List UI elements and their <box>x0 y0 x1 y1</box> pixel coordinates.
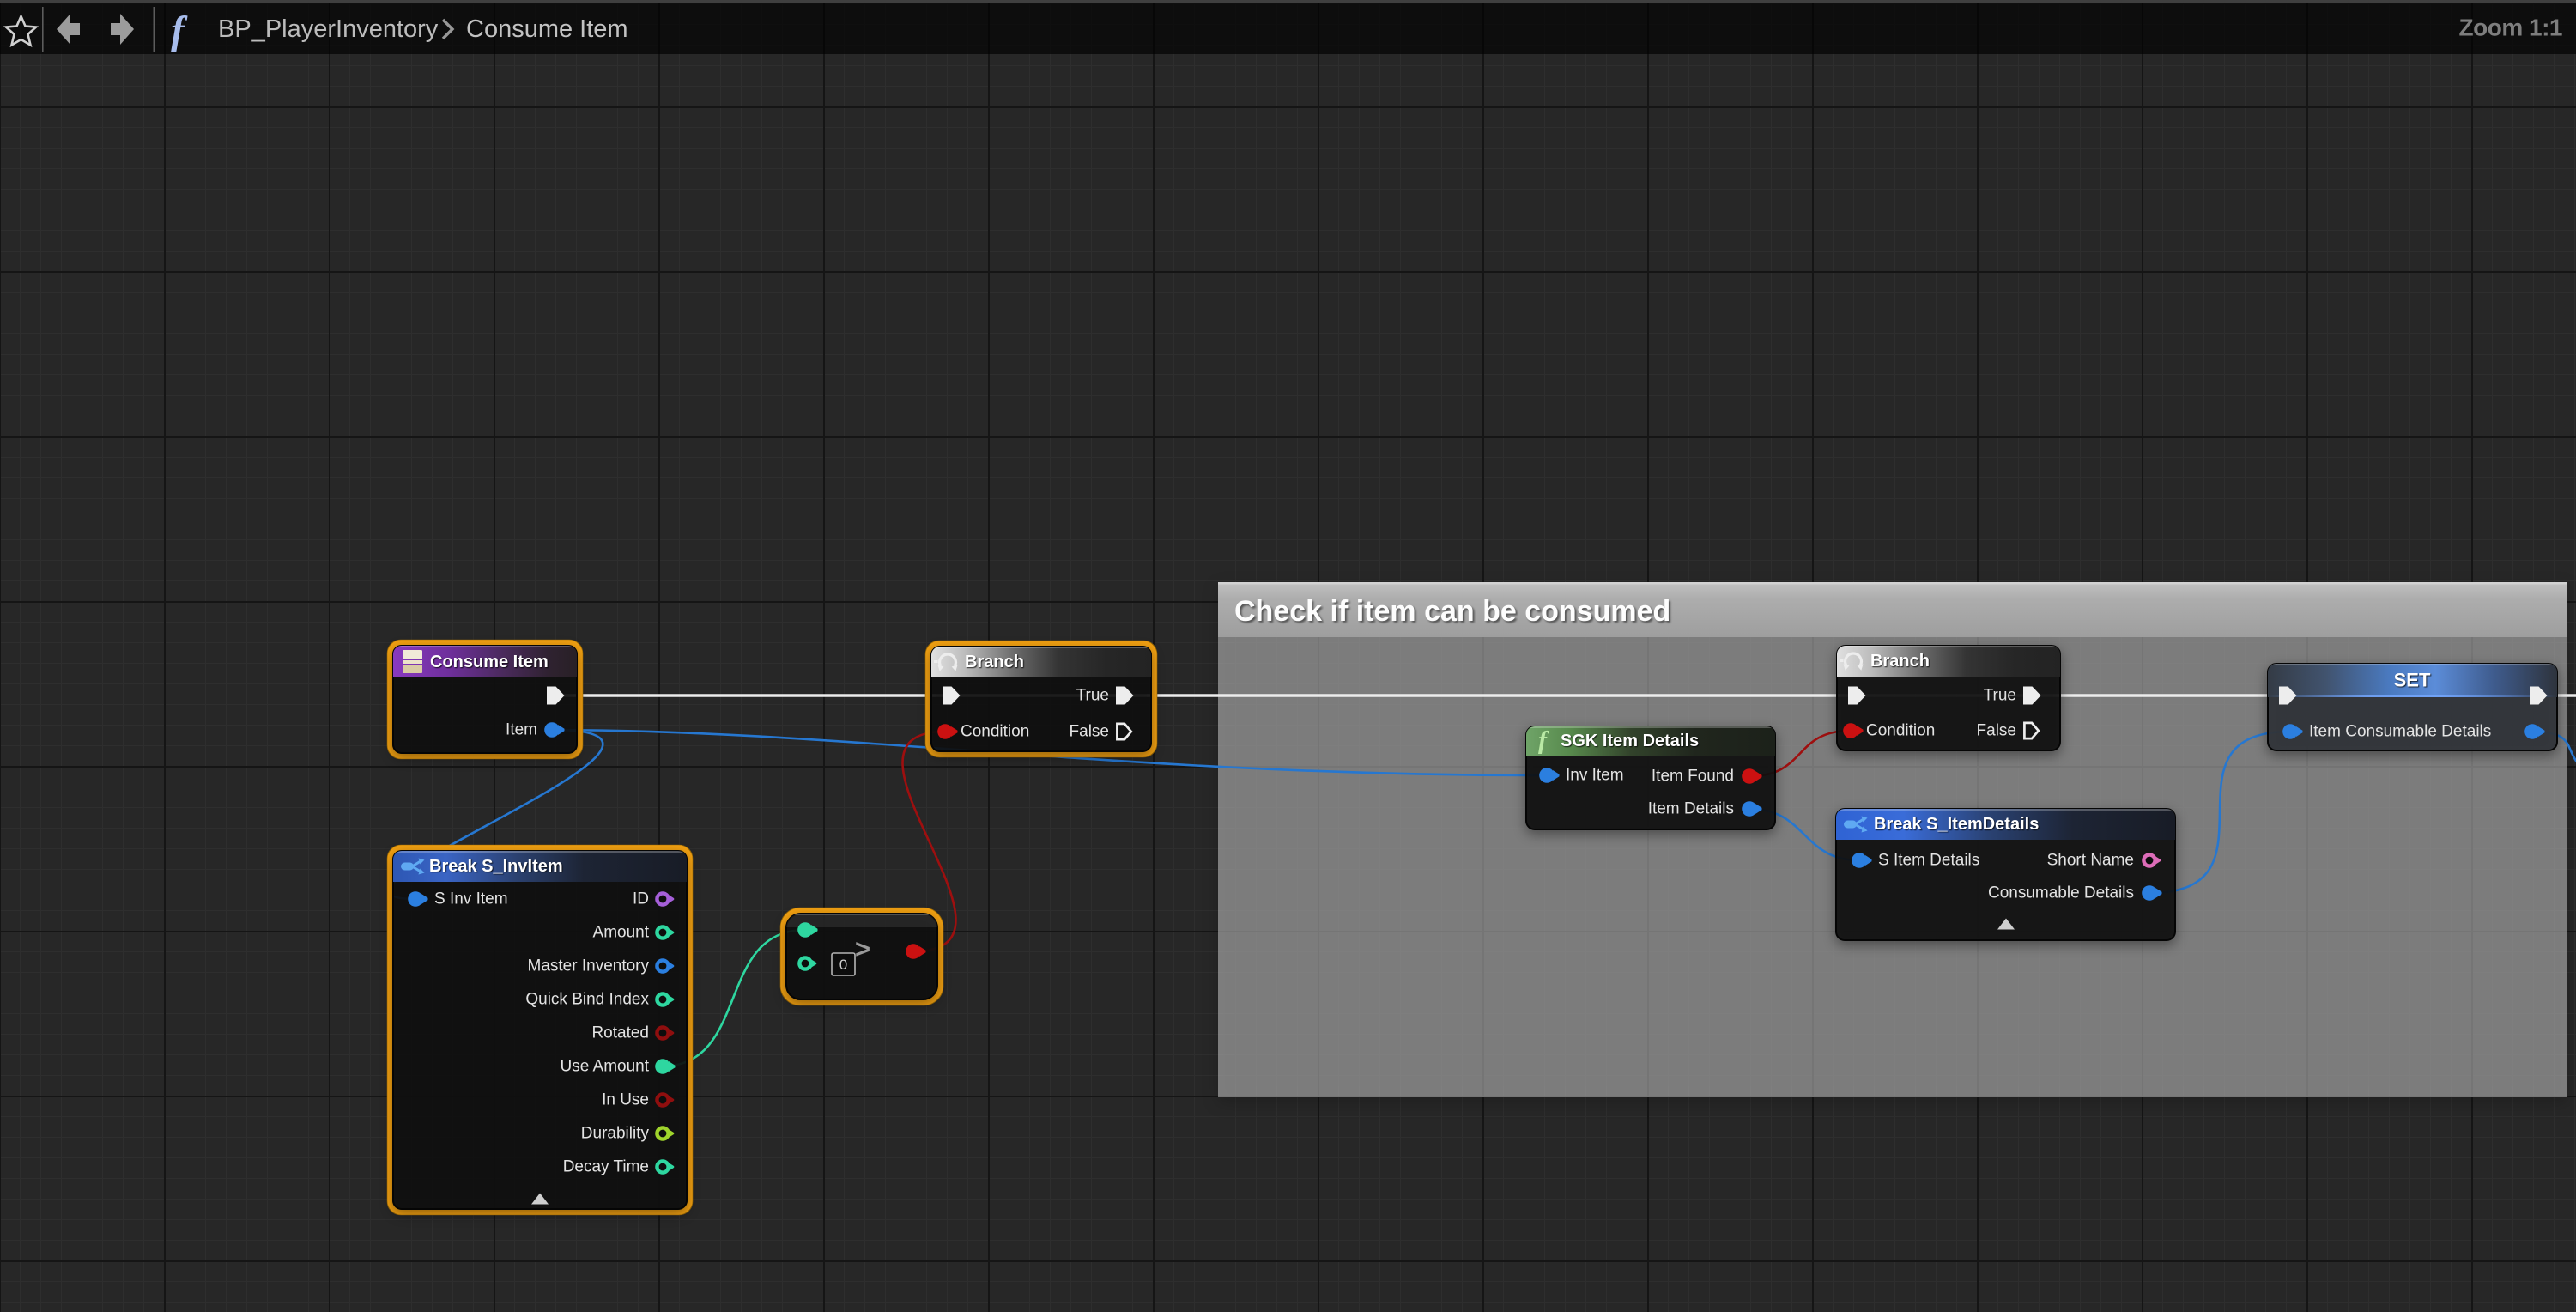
svg-text:Branch: Branch <box>965 653 1024 671</box>
svg-text:Zoom 1:1: Zoom 1:1 <box>2459 14 2562 40</box>
svg-text:True: True <box>1984 687 2016 705</box>
svg-text:Rotated: Rotated <box>591 1024 649 1042</box>
svg-text:Consumable Details: Consumable Details <box>1988 884 2134 902</box>
svg-text:Amount: Amount <box>593 924 650 942</box>
svg-text:SGK Item Details: SGK Item Details <box>1561 732 1699 750</box>
svg-text:Use Amount: Use Amount <box>561 1058 650 1076</box>
svg-text:f: f <box>171 9 188 53</box>
svg-text:Consume Item: Consume Item <box>466 15 628 43</box>
svg-text:Item Consumable Details: Item Consumable Details <box>2309 723 2491 741</box>
svg-text:Quick Bind Index: Quick Bind Index <box>525 991 649 1009</box>
svg-text:In Use: In Use <box>602 1091 649 1109</box>
svg-text:S Inv Item: S Inv Item <box>434 890 508 908</box>
svg-text:False: False <box>1977 722 2016 740</box>
svg-text:Consume Item: Consume Item <box>430 653 549 671</box>
svg-text:Item Found: Item Found <box>1652 768 1734 786</box>
svg-text:Break S_InvItem: Break S_InvItem <box>429 857 563 876</box>
svg-text:Condition: Condition <box>1866 722 1935 740</box>
svg-text:True: True <box>1076 687 1109 705</box>
svg-text:S Item Details: S Item Details <box>1878 852 1979 870</box>
svg-text:BP_PlayerInventory: BP_PlayerInventory <box>218 15 439 43</box>
svg-text:Durability: Durability <box>581 1125 650 1143</box>
svg-text:Check if item can be consumed: Check if item can be consumed <box>1234 595 1670 628</box>
svg-text:False: False <box>1070 723 1109 741</box>
svg-text:Short Name: Short Name <box>2047 852 2134 870</box>
svg-text:Condition: Condition <box>961 723 1029 741</box>
svg-text:Branch: Branch <box>1870 652 1930 671</box>
svg-text:Item: Item <box>506 721 537 739</box>
svg-text:Break S_ItemDetails: Break S_ItemDetails <box>1874 815 2039 834</box>
svg-text:Master Inventory: Master Inventory <box>528 957 650 975</box>
svg-text:0: 0 <box>839 957 847 973</box>
svg-text:Inv Item: Inv Item <box>1566 767 1624 785</box>
svg-text:SET: SET <box>2394 670 2431 691</box>
svg-text:Decay Time: Decay Time <box>563 1158 649 1176</box>
svg-text:ID: ID <box>633 890 649 908</box>
svg-text:Item Details: Item Details <box>1648 800 1734 818</box>
svg-text:>: > <box>855 934 870 964</box>
